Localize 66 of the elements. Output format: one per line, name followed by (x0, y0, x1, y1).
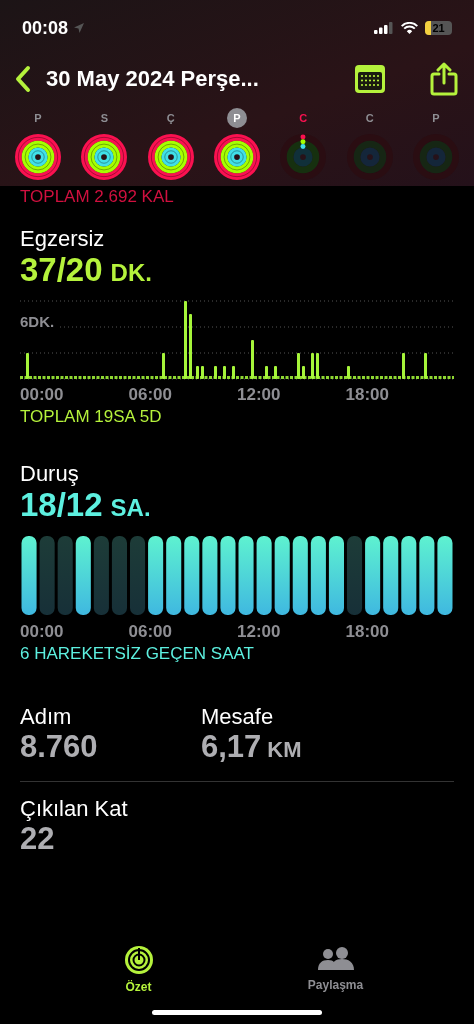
axis-label: 00:00 (20, 622, 65, 642)
weekday-label[interactable]: P (28, 108, 48, 128)
tab-button[interactable]: Paylaşma (290, 946, 381, 994)
unit-label: SA. (110, 493, 151, 523)
exercise-bar (189, 314, 192, 379)
location-arrow-icon (74, 23, 85, 33)
date-title: 30 May 2024 Perşe... (46, 66, 260, 92)
back-button[interactable] (14, 65, 32, 93)
battery-icon: 21 (425, 21, 452, 35)
weekday-label[interactable]: P (425, 108, 446, 128)
stat-label: Çıkılan Kat (20, 796, 129, 822)
axis-label: 06:00 (128, 622, 173, 642)
weekday-label[interactable]: C (359, 108, 380, 128)
tab-button[interactable]: Özet (93, 946, 184, 994)
weekday-label[interactable]: S (94, 108, 115, 128)
stat-value: 22 (20, 822, 55, 856)
exercise-bar (201, 366, 204, 379)
activity-rings-icon[interactable] (14, 134, 62, 180)
stat-label: Adım (20, 704, 73, 730)
activity-rings-icon[interactable] (146, 134, 195, 180)
activity-rings-icon[interactable] (213, 134, 261, 180)
activity-rings-icon[interactable] (80, 134, 129, 180)
exercise-bar (26, 353, 29, 379)
signal-icon (374, 22, 394, 34)
stat-value: 6,17 (201, 730, 262, 764)
axis-label: 12:00 (237, 622, 282, 642)
weekday-label[interactable]: C (293, 108, 314, 128)
summary-text: TOPLAM 19SA 5D (20, 407, 163, 427)
weekday-label[interactable]: Ç (160, 108, 181, 128)
summary-text: 6 HAREKETSİZ GEÇEN SAAT (20, 644, 255, 664)
exercise-bar (311, 353, 314, 379)
exercise-bar (424, 353, 427, 379)
share-button[interactable] (430, 62, 458, 96)
exercise-bar (402, 353, 405, 379)
exercise-bar (214, 366, 217, 379)
exercise-bar (265, 366, 268, 379)
calendar-button[interactable] (354, 64, 386, 94)
goal-value: 37/20 (20, 252, 103, 288)
exercise-bar (302, 366, 305, 379)
weekday-label[interactable]: P (227, 108, 247, 128)
stat-label: Mesafe (201, 704, 275, 730)
unit-label: DK. (110, 258, 152, 288)
exercise-bar (274, 366, 277, 379)
axis-label: 18:00 (345, 385, 390, 405)
exercise-bar (223, 366, 226, 379)
rings-icon (124, 946, 153, 974)
exercise-bar (196, 366, 199, 379)
goal-value: 18/12 (20, 487, 103, 523)
wifi-icon (401, 22, 418, 34)
exercise-bar (316, 353, 319, 379)
exercise-bar (251, 340, 254, 379)
stat-value: 8.760 (20, 730, 98, 764)
section-title: Duruş (20, 461, 80, 487)
axis-label: 18:00 (345, 622, 390, 642)
people-icon (317, 946, 354, 972)
exercise-bar (297, 353, 300, 379)
section-title: Egzersiz (20, 226, 106, 252)
exercise-bar (162, 353, 165, 379)
axis-label: 00:00 (20, 385, 65, 405)
summary-text: TOPLAM 2.692 KAL (19, 186, 175, 206)
exercise-bar (232, 366, 235, 379)
exercise-bar (347, 366, 350, 379)
unit-label: KM (267, 736, 302, 764)
clock-time: 00:08 (22, 17, 69, 39)
axis-label: 12:00 (237, 385, 282, 405)
axis-label: 06:00 (128, 385, 173, 405)
